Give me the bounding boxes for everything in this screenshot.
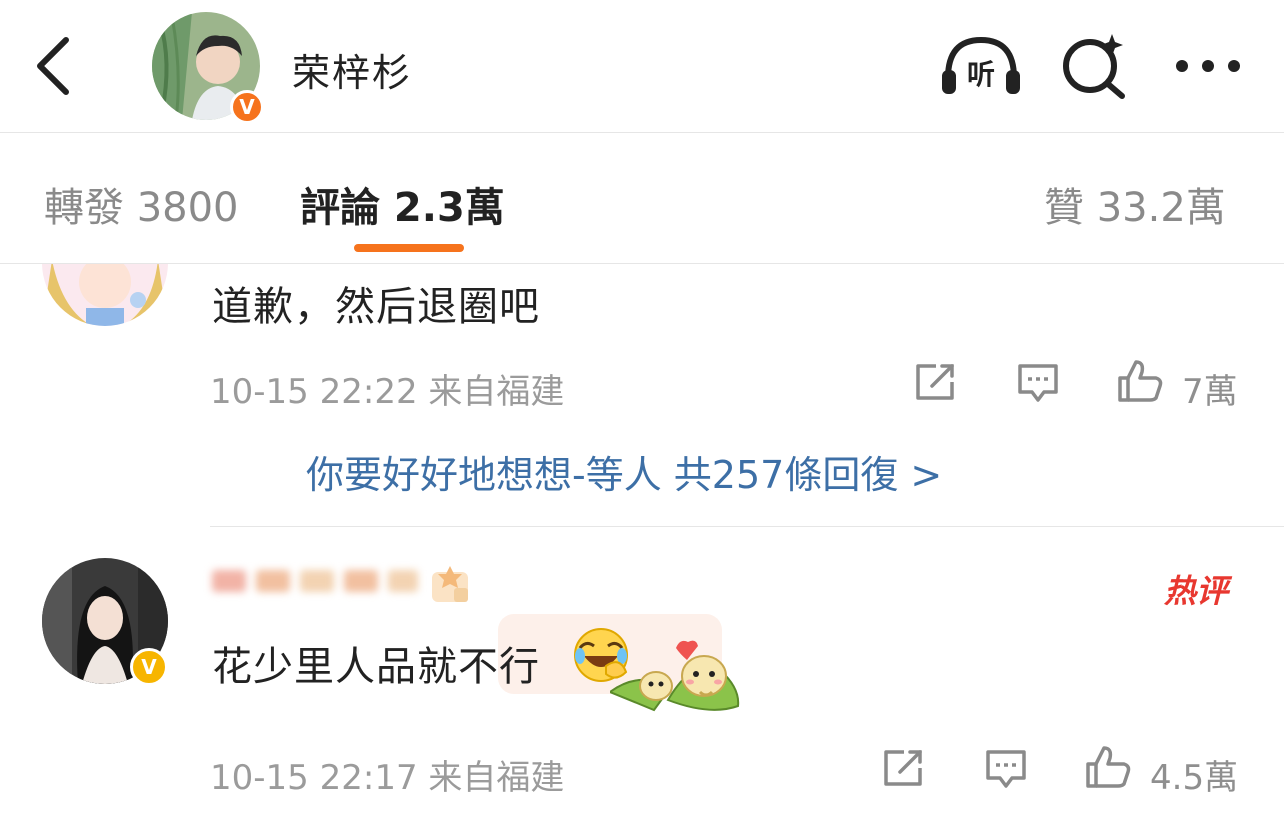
tab-likes[interactable]: 贊 33.2萬: [1044, 175, 1226, 233]
comment-location: 来自福建: [428, 372, 565, 412]
comment-time: 10-15 22:17: [210, 758, 418, 798]
comment-icon: [986, 750, 1026, 788]
search-sparkle-icon: [1063, 34, 1125, 99]
comment-location: 来自福建: [428, 758, 565, 798]
tab-bar: 轉發 3800 評論 2.3萬 贊 33.2萬: [0, 133, 1284, 264]
top-bar: V 荣梓杉 听: [0, 0, 1284, 133]
hot-comment-badge: 热评: [1164, 572, 1229, 610]
author-name[interactable]: 荣梓杉: [292, 42, 412, 97]
thumbs-up-icon: [1118, 360, 1163, 402]
zongzi-sticker-icon: [607, 630, 746, 714]
fan-level-icon: [430, 562, 470, 604]
tab-comments[interactable]: 評論 2.3萬: [300, 175, 505, 233]
like-count: 7萬: [1182, 372, 1238, 412]
share-icon: [884, 750, 922, 786]
view-replies-link[interactable]: 你要好好地想想-等人 共257條回復 >: [306, 444, 942, 499]
comment-meta: 10-15 22:22 来自福建: [210, 364, 564, 413]
like-count: 4.5萬: [1150, 758, 1239, 798]
more-dots-icon: [1176, 60, 1240, 72]
share-button[interactable]: [882, 748, 926, 788]
back-button[interactable]: [30, 36, 78, 96]
like-button[interactable]: [1084, 744, 1132, 790]
tab-repost[interactable]: 轉發 3800: [44, 175, 239, 233]
back-arrow-icon: [37, 37, 69, 95]
commenter-name-blurred: [212, 562, 422, 598]
like-button[interactable]: [1116, 358, 1164, 404]
share-icon: [916, 364, 954, 400]
comment-divider: [210, 526, 1284, 527]
headphones-icon: 听: [942, 36, 1020, 94]
comment-time: 10-15 22:22: [210, 372, 418, 412]
share-button[interactable]: [914, 362, 958, 402]
comment-text: 花少里人品就不行: [212, 644, 540, 690]
comment-icon: [1018, 364, 1058, 402]
comment-button[interactable]: [1016, 362, 1060, 404]
listen-label: 听: [967, 58, 995, 91]
verified-badge: V: [130, 648, 168, 686]
comment-button[interactable]: [984, 748, 1028, 790]
listen-button[interactable]: 听: [940, 34, 1022, 98]
comment-meta: 10-15 22:17 来自福建: [210, 750, 564, 799]
thumbs-up-icon: [1086, 746, 1131, 788]
search-button[interactable]: [1060, 30, 1130, 100]
comment-text: 道歉，然后退圈吧: [212, 284, 540, 330]
verified-badge: V: [230, 90, 264, 124]
author-avatar[interactable]: V: [152, 12, 264, 124]
weibo-comments-page: V 荣梓杉 听 轉發 3800 評論 2.3萬 贊 33.2萬 道歉，然后退圈吧…: [0, 0, 1284, 826]
more-button[interactable]: [1174, 54, 1242, 78]
active-tab-indicator: [354, 244, 464, 252]
